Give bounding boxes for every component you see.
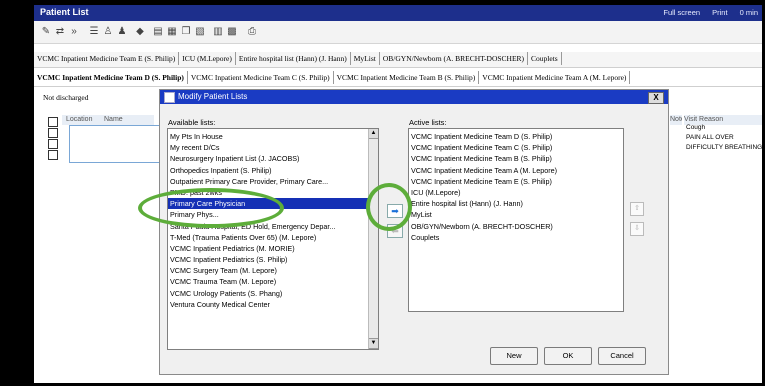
tab-mylist[interactable]: MyList: [351, 52, 380, 65]
move-up-icon[interactable]: ⇧: [630, 202, 644, 216]
note-icon[interactable]: ▧: [194, 26, 206, 38]
scroll-up-icon[interactable]: ▲: [369, 129, 378, 139]
transfer-icon[interactable]: ⇄: [54, 26, 66, 38]
list-item[interactable]: Entire hospital list (Hann) (J. Hann): [409, 198, 619, 209]
tab-row-2: VCMC Inpatient Medicine Team D (S. Phili…: [34, 71, 762, 87]
scroll-down-icon[interactable]: ▼: [369, 338, 378, 349]
available-scrollbar[interactable]: ▲ ▼: [368, 129, 378, 349]
print-button[interactable]: Print: [712, 8, 727, 17]
list-item[interactable]: Neurosurgery Inpatient List (J. JACOBS): [168, 153, 368, 164]
select-checkbox[interactable]: [48, 139, 58, 149]
modify-patient-lists-dialog: Modify Patient Lists X Available lists: …: [159, 89, 669, 375]
title-tools: Full screen Print 0 min: [653, 8, 758, 17]
ok-button[interactable]: OK: [544, 347, 592, 365]
dialog-title: Modify Patient Lists: [178, 92, 248, 101]
list-item[interactable]: VCMC Surgery Team (M. Lepore): [168, 265, 368, 276]
tab-team-a[interactable]: VCMC Inpatient Medicine Team A (M. Lepor…: [479, 71, 631, 84]
active-lists-label: Active lists:: [409, 118, 447, 127]
list-item[interactable]: VCMC Inpatient Pediatrics (S. Philip): [168, 254, 368, 265]
tab-team-e[interactable]: VCMC Inpatient Medicine Team E (S. Phili…: [34, 52, 180, 65]
chart-icon[interactable]: ▦: [166, 26, 178, 38]
move-down-icon[interactable]: ⇩: [630, 222, 644, 236]
visit-reason-column: Cough PAIN ALL OVER DIFFICULTY BREATHING: [686, 123, 762, 153]
active-lists-box[interactable]: VCMC Inpatient Medicine Team D (S. Phili…: [408, 128, 624, 312]
list-item[interactable]: VCMC Urology Patients (S. Phang): [168, 288, 368, 299]
name-column-header[interactable]: Name: [104, 115, 154, 125]
list-item[interactable]: Ventura County Medical Center: [168, 299, 368, 310]
refresh-timer[interactable]: 0 min: [740, 8, 758, 17]
grid-icon[interactable]: ▩: [226, 26, 238, 38]
select-checkbox[interactable]: [48, 128, 58, 138]
row-checkboxes: [48, 117, 58, 161]
copy-icon[interactable]: ❐: [180, 26, 192, 38]
list-item[interactable]: VCMC Inpatient Medicine Team E (S. Phili…: [409, 176, 619, 187]
tab-team-b[interactable]: VCMC Inpatient Medicine Team B (S. Phili…: [334, 71, 480, 84]
close-button[interactable]: X: [648, 92, 664, 104]
list-icon[interactable]: ☰: [88, 26, 100, 38]
list-item[interactable]: Orthopedics Inpatient (S. Philip): [168, 165, 368, 176]
dialog-app-icon: [164, 92, 175, 103]
visit-reason-cell: Cough: [686, 124, 706, 131]
selected-row-box[interactable]: [69, 125, 167, 163]
tab-obgyn[interactable]: OB/GYN/Newborn (A. BRECHT-DOSCHER): [380, 52, 529, 65]
list-item[interactable]: Outpatient Primary Care Provider, Primar…: [168, 176, 368, 187]
flag-icon[interactable]: ◆: [134, 26, 146, 38]
new-button[interactable]: New: [490, 347, 538, 365]
list-item[interactable]: T-Med (Trauma Patients Over 65) (M. Lepo…: [168, 232, 368, 243]
table-icon[interactable]: ▥: [212, 26, 224, 38]
person-add-icon[interactable]: ♙: [102, 26, 114, 38]
document-icon[interactable]: ▤: [152, 26, 164, 38]
list-item[interactable]: My Pts In House: [168, 131, 368, 142]
list-item[interactable]: ICU (M.Lepore): [409, 187, 619, 198]
tab-couplets[interactable]: Couplets: [528, 52, 562, 65]
window-title: Patient List: [40, 7, 89, 17]
list-item[interactable]: VCMC Inpatient Medicine Team B (S. Phili…: [409, 153, 619, 164]
full-screen-button[interactable]: Full screen: [663, 8, 700, 17]
tab-team-c[interactable]: VCMC Inpatient Medicine Team C (S. Phili…: [188, 71, 334, 84]
list-item[interactable]: OB/GYN/Newborn (A. BRECHT-DOSCHER): [409, 221, 619, 232]
visit-reason-cell: DIFFICULTY BREATHING: [686, 144, 762, 151]
tab-entire-hospital[interactable]: Entire hospital list (Hann) (J. Hann): [236, 52, 351, 65]
list-item[interactable]: My recent D/Cs: [168, 142, 368, 153]
active-list-items: VCMC Inpatient Medicine Team D (S. Phili…: [409, 131, 619, 243]
wand-icon[interactable]: ✎: [40, 26, 52, 38]
toolbar: ✎ ⇄ » ☰ ♙ ♟ ◆ ▤ ▦ ❐ ▧ ▥ ▩ ⎙: [34, 21, 762, 44]
tab-icu[interactable]: ICU (M.Lepore): [179, 52, 236, 65]
filter-label: Not discharged: [43, 93, 89, 102]
list-item[interactable]: MyList: [409, 209, 619, 220]
forward-icon[interactable]: »: [68, 26, 80, 38]
cancel-button[interactable]: Cancel: [598, 347, 646, 365]
list-item[interactable]: VCMC Inpatient Medicine Team A (M. Lepor…: [409, 165, 619, 176]
list-item[interactable]: VCMC Trauma Team (M. Lepore): [168, 276, 368, 287]
select-checkbox[interactable]: [48, 117, 58, 127]
list-item[interactable]: VCMC Inpatient Medicine Team C (S. Phili…: [409, 142, 619, 153]
note-column-header[interactable]: Note: [670, 115, 682, 125]
dialog-title-bar: Modify Patient Lists X: [160, 90, 668, 104]
tab-team-d[interactable]: VCMC Inpatient Medicine Team D (S. Phili…: [34, 71, 188, 84]
tab-row-1: VCMC Inpatient Medicine Team E (S. Phili…: [34, 52, 762, 68]
available-lists-box[interactable]: My Pts In House My recent D/Cs Neurosurg…: [167, 128, 379, 350]
person-remove-icon[interactable]: ♟: [116, 26, 128, 38]
annotation-ring-add-arrow: [366, 183, 412, 231]
list-item[interactable]: VCMC Inpatient Medicine Team D (S. Phili…: [409, 131, 619, 142]
visit-reason-cell: PAIN ALL OVER: [686, 134, 734, 141]
available-lists-label: Available lists:: [168, 118, 216, 127]
printer-icon[interactable]: ⎙: [246, 26, 258, 38]
title-bar: Patient List Full screen Print 0 min: [34, 5, 762, 21]
select-checkbox[interactable]: [48, 150, 58, 160]
list-item[interactable]: Couplets: [409, 232, 619, 243]
list-item[interactable]: VCMC Inpatient Pediatrics (M. MORIE): [168, 243, 368, 254]
annotation-ring-selected-list: [138, 188, 284, 228]
